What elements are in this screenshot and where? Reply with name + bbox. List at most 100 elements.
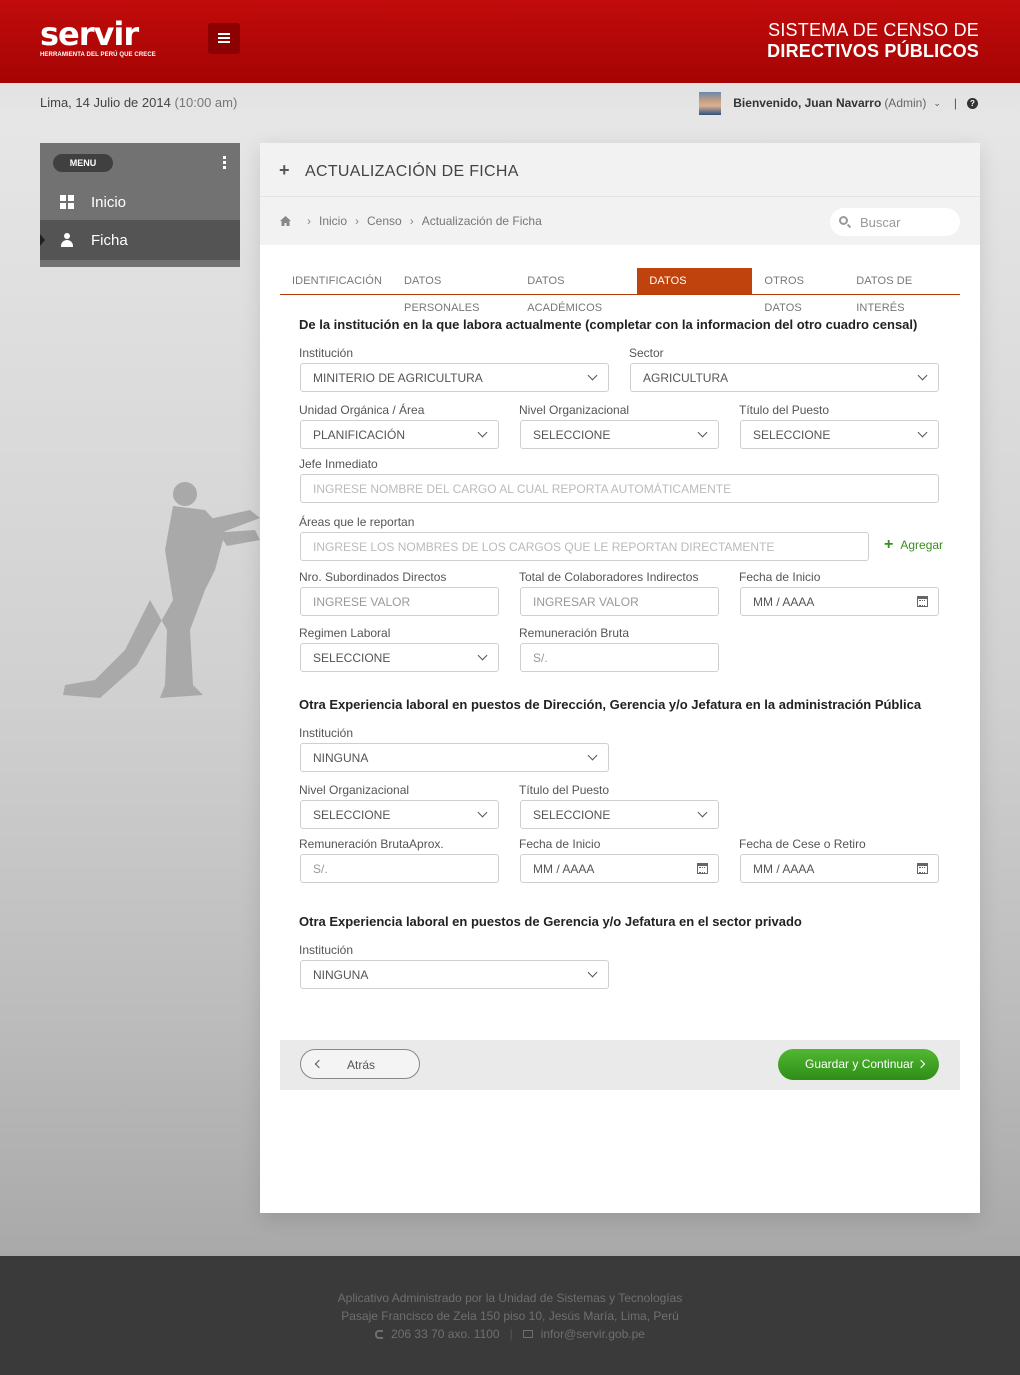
top-header: servir HERRAMIENTA DEL PERÚ QUE CRECE SI… — [0, 0, 1020, 83]
search-input[interactable] — [860, 214, 950, 230]
chevron-down-icon — [587, 750, 598, 761]
home-icon[interactable] — [280, 216, 291, 226]
calendar-icon[interactable] — [917, 596, 928, 607]
hamburger-icon — [218, 33, 230, 35]
chevron-down-icon — [697, 427, 708, 438]
titulo-publico-select[interactable]: SELECCIONE — [520, 800, 719, 829]
panel-header: + ACTUALIZACIÓN DE FICHA — [260, 143, 980, 197]
chevron-right-icon — [916, 1059, 926, 1069]
chevron-down-icon — [587, 370, 598, 381]
tab-datos-academicos[interactable]: DATOS ACADÉMICOS — [515, 268, 637, 314]
sidebar-item-inicio[interactable]: Inicio — [40, 182, 240, 222]
logo-wordmark: servir — [40, 15, 139, 53]
unidad-select[interactable]: PLANIFICACIÓN — [300, 420, 499, 449]
subordinados-input[interactable]: INGRESE VALOR — [300, 587, 499, 616]
chevron-down-icon — [587, 967, 598, 978]
unidad-label: Unidad Orgánica / Área — [299, 403, 425, 417]
footer-line1: Aplicativo Administrado por la Unidad de… — [337, 1291, 683, 1305]
search-box[interactable] — [830, 208, 960, 236]
calendar-icon[interactable] — [697, 863, 708, 874]
kebab-menu-icon[interactable] — [223, 156, 226, 171]
app-title-line1: SISTEMA DE CENSO DE — [768, 20, 979, 40]
save-continue-button[interactable]: Guardar y Continuar — [778, 1049, 939, 1080]
current-date: Lima, 14 Julio de 2014 (10:00 am) — [40, 95, 238, 110]
fecha-cese-input[interactable]: MM / AAAA — [740, 854, 939, 883]
fecha-inicio-input[interactable]: MM / AAAA — [740, 587, 939, 616]
info-bar: Lima, 14 Julio de 2014 (10:00 am) Bienve… — [0, 83, 1020, 123]
remuneracion-aprox-label: Remuneración BrutaAprox. — [299, 837, 444, 851]
pushing-man-illustration — [63, 482, 260, 698]
institucion-privada-select[interactable]: NINGUNA — [300, 960, 609, 989]
sidebar: MENU Inicio Ficha — [40, 143, 240, 267]
avatar — [699, 91, 722, 115]
tab-bar: IDENTIFICACIÓN DATOS PERSONALES DATOS AC… — [280, 268, 960, 314]
logo-tagline: HERRAMIENTA DEL PERÚ QUE CRECE — [40, 52, 156, 58]
tab-datos-laborales[interactable]: DATOS LABORALES — [637, 268, 753, 314]
institucion-privada-label: Institución — [299, 943, 354, 957]
nivel-publico-select[interactable]: SELECCIONE — [300, 800, 499, 829]
servir-logo[interactable]: servir HERRAMIENTA DEL PERÚ QUE CRECE — [40, 18, 156, 58]
app-title-line2: DIRECTIVOS PÚBLICOS — [767, 41, 979, 61]
page-footer: Aplicativo Administrado por la Unidad de… — [0, 1256, 1020, 1375]
jefe-input[interactable]: INGRESE NOMBRE DEL CARGO AL CUAL REPORTA… — [300, 474, 939, 503]
form-actions-bar: Atrás Guardar y Continuar — [280, 1040, 960, 1090]
breadcrumb-inicio[interactable]: Inicio — [319, 214, 347, 228]
breadcrumb-censo[interactable]: Censo — [367, 214, 402, 228]
institucion-label: Institución — [299, 346, 354, 360]
tab-datos-de-interes[interactable]: DATOS DE INTERÉS — [844, 268, 960, 314]
user-menu[interactable]: Bienvenido, Juan Navarro (Admin) ⌄ | ? — [699, 91, 978, 115]
regimen-select[interactable]: SELECCIONE — [300, 643, 499, 672]
breadcrumb: › Inicio › Censo › Actualización de Fich… — [280, 214, 542, 228]
chevron-left-icon — [314, 1059, 324, 1069]
search-icon — [839, 216, 852, 229]
footer-email[interactable]: infor@servir.gob.pe — [541, 1327, 645, 1341]
footer-phone: 206 33 70 axo. 1100 — [391, 1327, 500, 1341]
institucion-select[interactable]: MINITERIO DE AGRICULTURA — [300, 363, 609, 392]
user-role: (Admin) — [884, 96, 927, 110]
add-area-link[interactable]: + Agregar — [884, 536, 943, 553]
nivel-select[interactable]: SELECCIONE — [520, 420, 719, 449]
chevron-down-icon — [917, 370, 928, 381]
fecha-cese-label: Fecha de Cese o Retiro — [739, 837, 866, 851]
chevron-down-icon[interactable]: ⌄ — [933, 98, 941, 109]
fecha-inicio-label: Fecha de Inicio — [739, 570, 821, 584]
back-button[interactable]: Atrás — [300, 1049, 420, 1079]
tab-identificacion[interactable]: IDENTIFICACIÓN — [280, 268, 392, 294]
jefe-label: Jefe Inmediato — [299, 457, 378, 471]
tab-datos-personales[interactable]: DATOS PERSONALES — [392, 268, 515, 314]
tab-otros-datos[interactable]: OTROS DATOS — [752, 268, 844, 314]
fecha-inicio-publico-input[interactable]: MM / AAAA — [520, 854, 719, 883]
plus-icon: + — [884, 536, 894, 553]
remuneracion-input[interactable]: S/. — [520, 643, 719, 672]
subordinados-label: Nro. Subordinados Directos — [299, 570, 447, 584]
remuneracion-aprox-input[interactable]: S/. — [300, 854, 499, 883]
plus-icon: + — [279, 160, 290, 180]
sector-select[interactable]: AGRICULTURA — [630, 363, 939, 392]
chevron-down-icon — [917, 427, 928, 438]
page-title: ACTUALIZACIÓN DE FICHA — [305, 163, 519, 180]
sector-label: Sector — [629, 346, 664, 360]
areas-label: Áreas que le reportan — [299, 515, 415, 529]
mail-icon — [522, 1330, 533, 1338]
main-panel: + ACTUALIZACIÓN DE FICHA › Inicio › Cens… — [260, 143, 980, 1213]
user-icon — [60, 233, 74, 247]
colaboradores-input[interactable]: INGRESAR VALOR — [520, 587, 719, 616]
chevron-right-icon: › — [307, 214, 311, 228]
regimen-label: Regimen Laboral — [299, 626, 391, 640]
titulo-select[interactable]: SELECCIONE — [740, 420, 939, 449]
menu-label: MENU — [53, 154, 113, 172]
hamburger-menu-button[interactable] — [208, 23, 240, 54]
areas-input[interactable]: INGRESE LOS NOMBRES DE LOS CARGOS QUE LE… — [300, 532, 869, 561]
phone-icon — [375, 1329, 384, 1339]
sidebar-item-label: Inicio — [91, 193, 127, 211]
titulo-label: Título del Puesto — [739, 403, 830, 417]
section-title-private-experience: Otra Experiencia laboral en puestos de G… — [299, 914, 802, 929]
institucion-publica-select[interactable]: NINGUNA — [300, 743, 609, 772]
sidebar-item-ficha[interactable]: Ficha — [40, 220, 240, 260]
chevron-down-icon — [477, 427, 488, 438]
chevron-down-icon — [697, 807, 708, 818]
nivel-publico-label: Nivel Organizacional — [299, 783, 410, 797]
calendar-icon[interactable] — [917, 863, 928, 874]
chevron-down-icon — [477, 807, 488, 818]
help-icon[interactable]: ? — [967, 97, 978, 109]
